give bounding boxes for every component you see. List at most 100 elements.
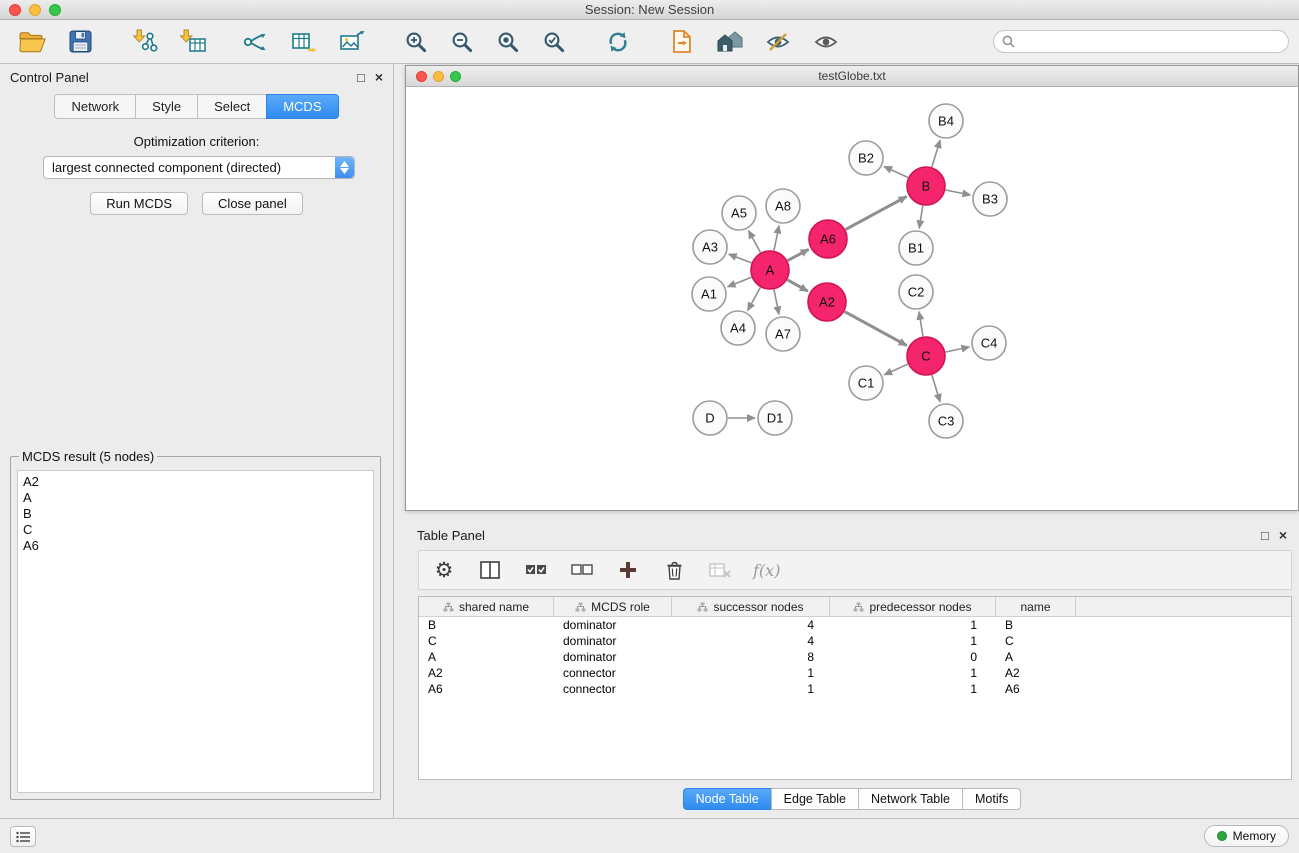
show-details-button[interactable] bbox=[808, 25, 844, 59]
refresh-icon bbox=[606, 30, 630, 54]
tab-mcds[interactable]: MCDS bbox=[266, 94, 338, 119]
result-item[interactable]: A2 bbox=[23, 474, 368, 490]
table-panel-title: Table Panel bbox=[417, 528, 485, 543]
minimize-window-button[interactable] bbox=[29, 4, 41, 16]
graph-edge-A-A6[interactable] bbox=[788, 249, 809, 260]
network-zoom-button[interactable] bbox=[450, 71, 461, 82]
table-row[interactable]: A6 connector 1 1 A6 bbox=[419, 681, 1291, 697]
tab-style[interactable]: Style bbox=[135, 94, 197, 119]
graph-edge-C-C4[interactable] bbox=[946, 347, 970, 352]
mcds-result-list[interactable]: A2 A B C A6 bbox=[17, 470, 374, 793]
zoom-in-button[interactable] bbox=[398, 25, 434, 59]
graph-node-label-A8: A8 bbox=[775, 199, 791, 214]
window-titlebar: Session: New Session bbox=[0, 0, 1299, 20]
destroy-network-button[interactable] bbox=[664, 25, 700, 59]
node-table[interactable]: shared name MCDS role successor nodes pr… bbox=[418, 596, 1292, 780]
graph-edge-A-A4[interactable] bbox=[748, 288, 761, 311]
tab-node-table[interactable]: Node Table bbox=[683, 788, 771, 810]
graph-edge-A6-B[interactable] bbox=[846, 197, 907, 230]
network-minimize-button[interactable] bbox=[433, 71, 444, 82]
graph-node-label-C: C bbox=[921, 349, 930, 364]
delete-column-button[interactable] bbox=[661, 557, 687, 583]
graph-edge-B-B1[interactable] bbox=[919, 206, 923, 229]
network-canvas[interactable]: B4B2BB3A5A8A6B1A3AC2A1A2A4A7C4CC1C3DD1 bbox=[406, 87, 1298, 510]
tab-edge-table[interactable]: Edge Table bbox=[771, 788, 858, 810]
tab-motifs[interactable]: Motifs bbox=[962, 788, 1021, 810]
table-panel-tabs: Node Table Edge Table Network Table Moti… bbox=[405, 788, 1299, 810]
graph-edge-C-C2[interactable] bbox=[919, 312, 923, 336]
result-item[interactable]: A6 bbox=[23, 538, 368, 554]
tab-network-table[interactable]: Network Table bbox=[858, 788, 962, 810]
table-row[interactable]: B dominator 4 1 B bbox=[419, 617, 1291, 633]
search-input[interactable] bbox=[1015, 35, 1288, 49]
column-header-successor-nodes[interactable]: successor nodes bbox=[672, 597, 830, 616]
task-history-button[interactable] bbox=[10, 826, 36, 847]
tab-select[interactable]: Select bbox=[197, 94, 266, 119]
refresh-layout-button[interactable] bbox=[600, 25, 636, 59]
graph-edge-A-A2[interactable] bbox=[787, 280, 807, 291]
column-header-shared-name[interactable]: shared name bbox=[419, 597, 554, 616]
network-branch-button[interactable] bbox=[238, 25, 274, 59]
table-row[interactable]: C dominator 4 1 C bbox=[419, 633, 1291, 649]
close-table-panel-icon[interactable]: × bbox=[1279, 528, 1287, 542]
memory-button[interactable]: Memory bbox=[1204, 825, 1289, 847]
graph-node-label-D: D bbox=[705, 411, 714, 426]
show-columns-button[interactable] bbox=[477, 557, 503, 583]
unselect-all-columns-button[interactable] bbox=[569, 557, 595, 583]
close-panel-button[interactable]: Close panel bbox=[202, 192, 303, 215]
column-header-name[interactable]: name bbox=[996, 597, 1076, 616]
graph-edge-A-A3[interactable] bbox=[729, 254, 752, 263]
column-type-icon bbox=[853, 602, 864, 612]
graph-edge-B-B4[interactable] bbox=[932, 140, 940, 167]
delete-table-button[interactable] bbox=[707, 557, 733, 583]
column-header-predecessor-nodes[interactable]: predecessor nodes bbox=[830, 597, 996, 616]
network-graph[interactable]: B4B2BB3A5A8A6B1A3AC2A1A2A4A7C4CC1C3DD1 bbox=[406, 87, 1298, 510]
result-item[interactable]: A bbox=[23, 490, 368, 506]
result-item[interactable]: C bbox=[23, 522, 368, 538]
open-session-button[interactable] bbox=[14, 25, 50, 59]
run-mcds-button[interactable]: Run MCDS bbox=[90, 192, 188, 215]
toolbar-search[interactable] bbox=[993, 30, 1289, 53]
import-table-button[interactable] bbox=[174, 25, 210, 59]
zoom-fit-button[interactable] bbox=[490, 25, 526, 59]
table-settings-button[interactable]: ⚙ bbox=[431, 557, 457, 583]
tab-network[interactable]: Network bbox=[54, 94, 135, 119]
float-table-panel-icon[interactable]: □ bbox=[1261, 529, 1269, 542]
table-export-button[interactable] bbox=[286, 25, 322, 59]
show-all-button[interactable] bbox=[712, 25, 748, 59]
close-panel-icon[interactable]: × bbox=[375, 70, 383, 84]
zoom-window-button[interactable] bbox=[49, 4, 61, 16]
graph-node-label-C1: C1 bbox=[858, 376, 875, 391]
graph-edge-A-A5[interactable] bbox=[749, 231, 761, 253]
close-window-button[interactable] bbox=[9, 4, 21, 16]
network-close-button[interactable] bbox=[416, 71, 427, 82]
import-network-button[interactable] bbox=[126, 25, 162, 59]
zoom-in-icon bbox=[404, 30, 428, 54]
graph-edge-B-B3[interactable] bbox=[946, 190, 971, 195]
column-header-mcds-role[interactable]: MCDS role bbox=[554, 597, 672, 616]
network-window-titlebar[interactable]: testGlobe.txt bbox=[406, 66, 1298, 87]
float-panel-icon[interactable]: □ bbox=[357, 71, 365, 84]
graph-edge-A-A8[interactable] bbox=[774, 226, 779, 251]
graph-node-label-B4: B4 bbox=[938, 114, 954, 129]
select-all-columns-button[interactable] bbox=[523, 557, 549, 583]
graph-edge-B-B2[interactable] bbox=[884, 167, 908, 178]
graph-edge-C-C3[interactable] bbox=[932, 375, 940, 402]
graph-edge-C-C1[interactable] bbox=[884, 364, 908, 375]
create-column-button[interactable] bbox=[615, 557, 641, 583]
zoom-out-button[interactable] bbox=[444, 25, 480, 59]
graph-edge-A2-C[interactable] bbox=[845, 312, 907, 346]
graph-edge-A-A1[interactable] bbox=[728, 277, 752, 286]
function-builder-button[interactable]: f(x) bbox=[753, 561, 780, 580]
export-image-button[interactable] bbox=[334, 25, 370, 59]
graph-node-label-B1: B1 bbox=[908, 241, 924, 256]
result-item[interactable]: B bbox=[23, 506, 368, 522]
table-row[interactable]: A2 connector 1 1 A2 bbox=[419, 665, 1291, 681]
zoom-selected-button[interactable] bbox=[536, 25, 572, 59]
hide-details-button[interactable] bbox=[760, 25, 796, 59]
eye-slash-icon bbox=[765, 31, 791, 53]
optimization-criterion-dropdown[interactable]: largest connected component (directed) bbox=[43, 156, 355, 179]
table-row[interactable]: A dominator 8 0 A bbox=[419, 649, 1291, 665]
graph-edge-A-A7[interactable] bbox=[774, 290, 779, 315]
save-session-button[interactable] bbox=[62, 25, 98, 59]
